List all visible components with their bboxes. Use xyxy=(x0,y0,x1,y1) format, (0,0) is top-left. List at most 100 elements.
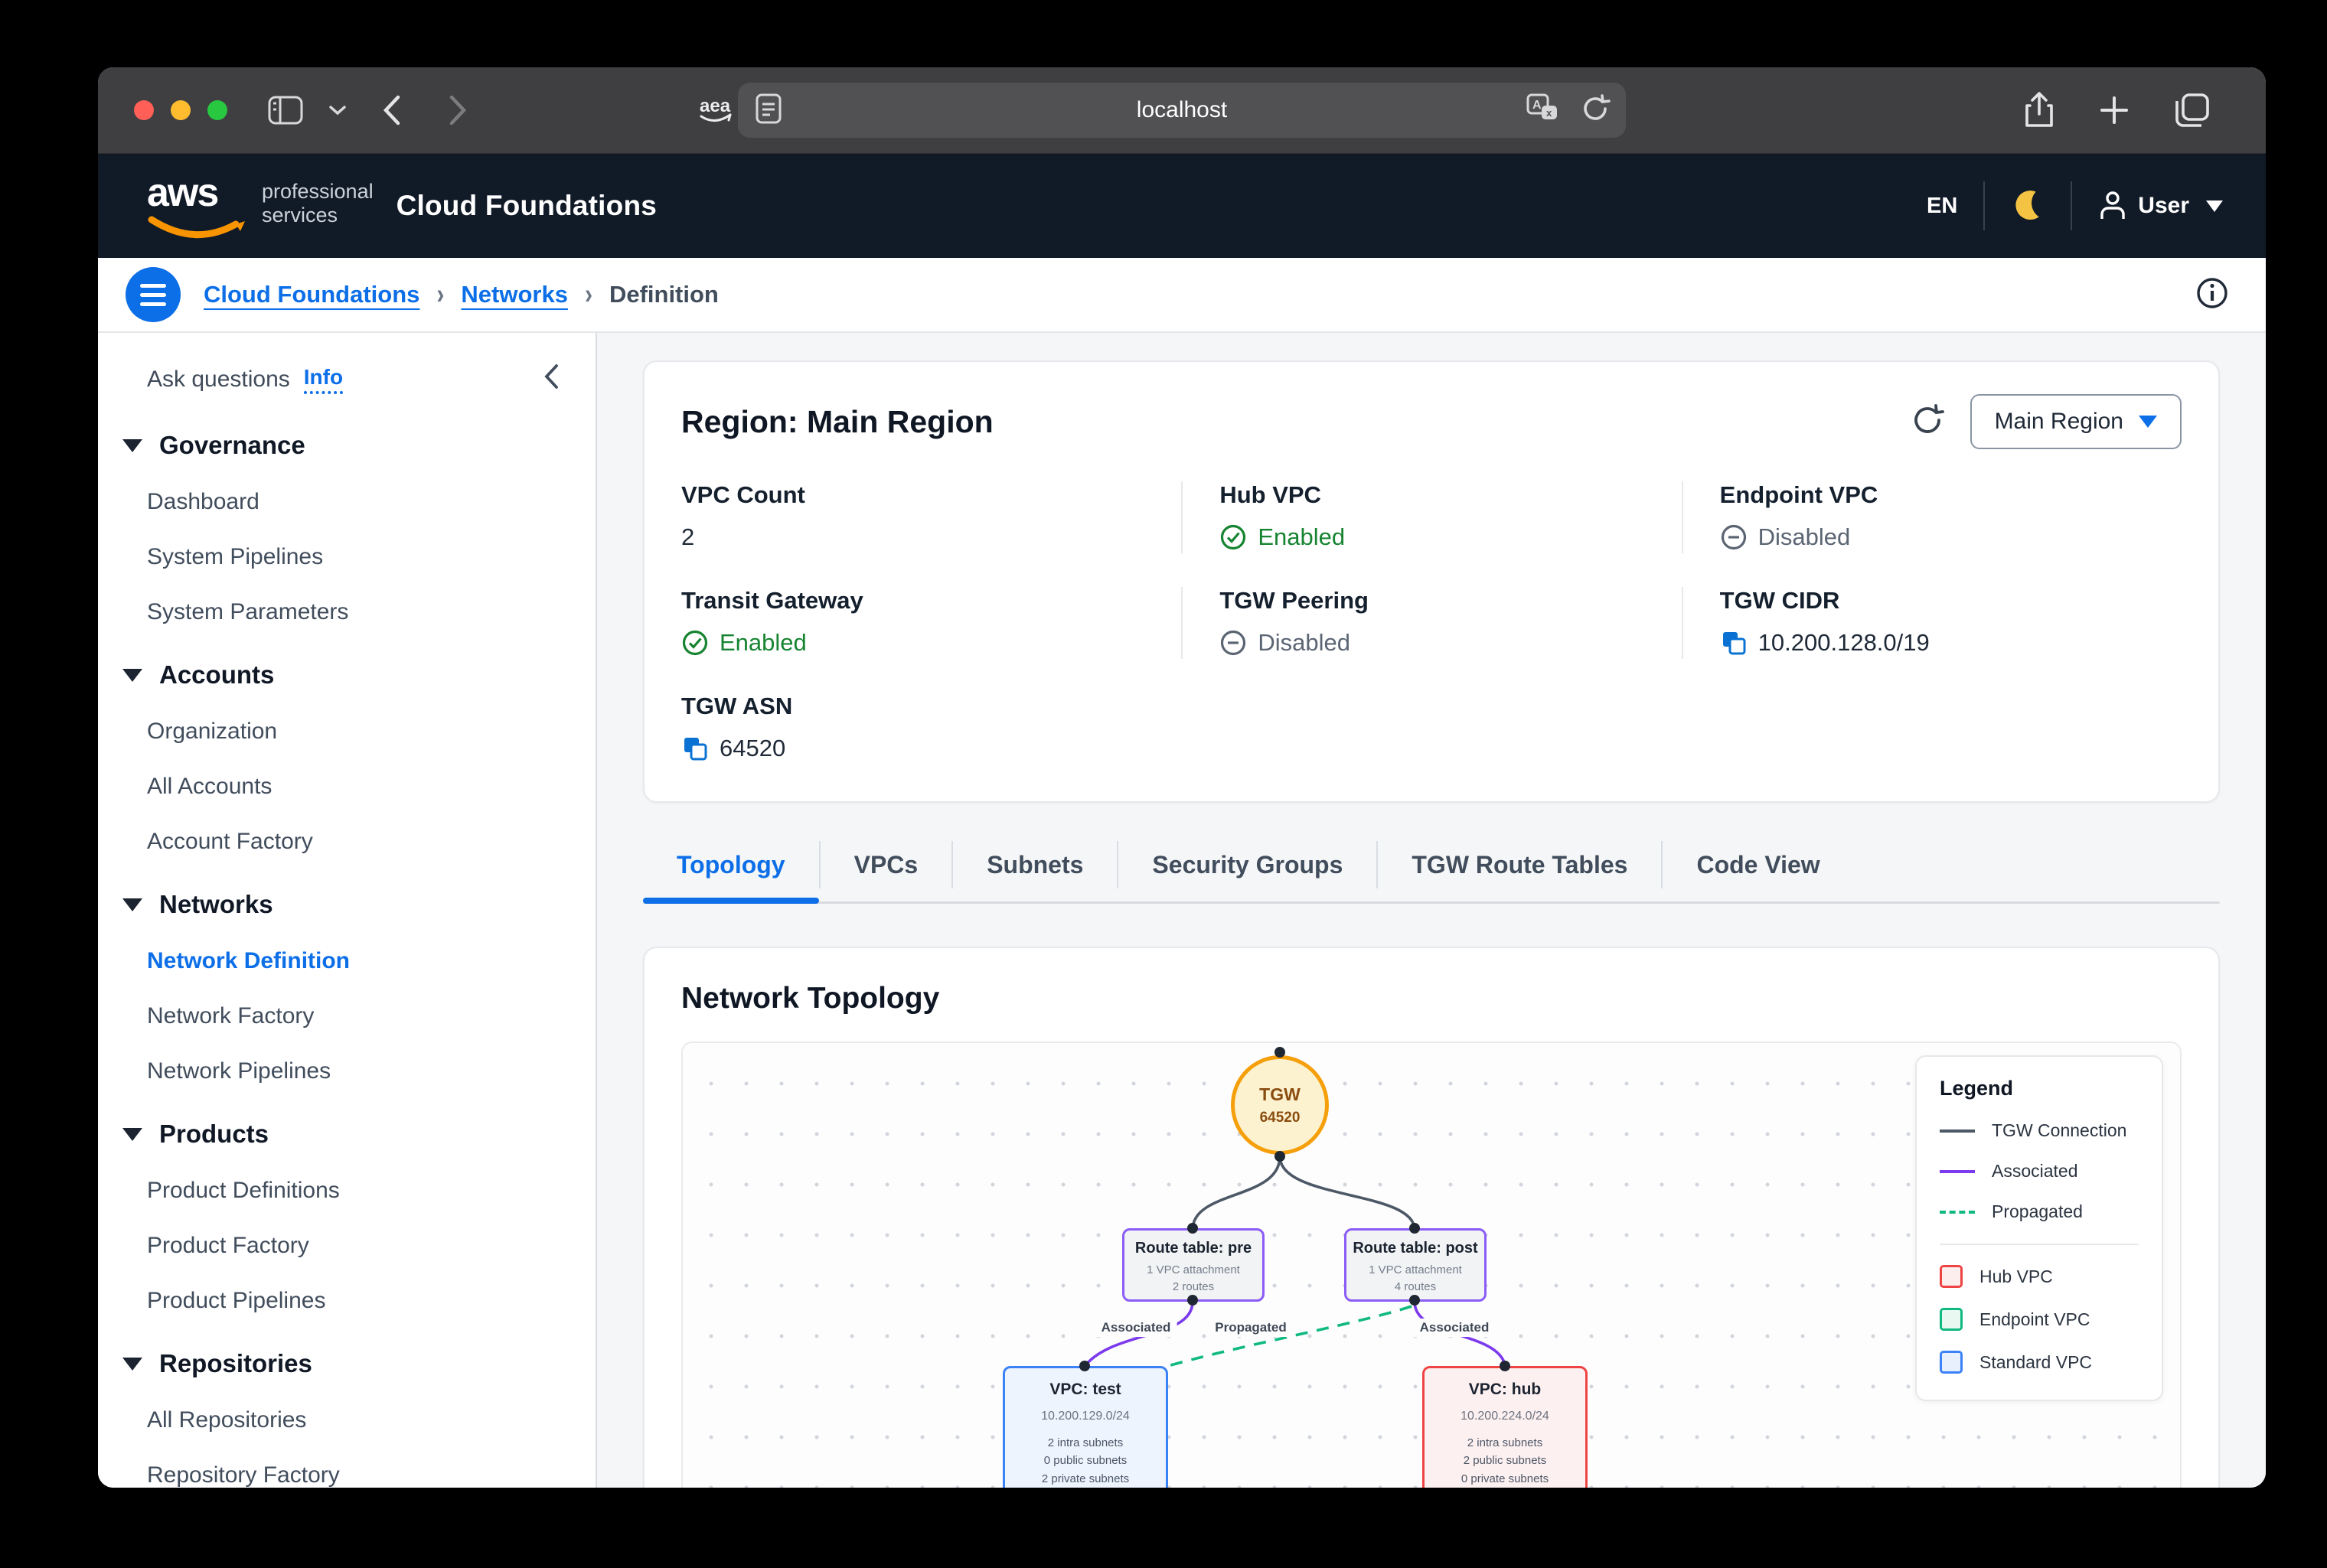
aws-smile-icon xyxy=(147,215,248,241)
sidebar-item-product-definitions[interactable]: Product Definitions xyxy=(147,1178,596,1204)
refresh-icon[interactable] xyxy=(1911,403,1944,442)
disabled-minus-icon xyxy=(1219,629,1247,657)
language-selector[interactable]: EN xyxy=(1927,194,1957,219)
zoom-window-button[interactable] xyxy=(207,100,227,120)
dark-mode-moon-icon[interactable] xyxy=(2011,187,2045,225)
copy-icon[interactable] xyxy=(681,735,709,762)
translate-icon[interactable]: Ax xyxy=(1526,93,1560,128)
breadcrumb-separator-icon: › xyxy=(585,279,592,311)
app-header: aws professional services Cloud Foundati… xyxy=(98,154,2266,258)
region-selector-value: Main Region xyxy=(1995,409,2123,435)
sidebar-item-system-parameters[interactable]: System Parameters xyxy=(147,599,596,625)
sidebar-item-system-pipelines[interactable]: System Pipelines xyxy=(147,544,596,570)
copy-icon[interactable] xyxy=(1720,629,1748,657)
stat-hub-vpc: Hub VPC Enabled xyxy=(1181,481,1681,553)
address-bar[interactable]: localhost Ax xyxy=(738,83,1626,138)
sidebar-section-repositories: Repositories All Repositories Repository… xyxy=(147,1349,596,1488)
tab-security-groups[interactable]: Security Groups xyxy=(1118,841,1378,888)
breadcrumb-link-networks[interactable]: Networks xyxy=(461,281,568,308)
vpc-test-node[interactable]: VPC: test 10.200.129.0/24 2 intra subnet… xyxy=(1003,1366,1168,1488)
breadcrumb: Cloud Foundations › Networks › Definitio… xyxy=(204,281,719,308)
main-content: Region: Main Region Main Region VPC Coun xyxy=(597,333,2266,1488)
forward-button[interactable] xyxy=(449,95,467,126)
tab-topology[interactable]: Topology xyxy=(643,841,821,888)
close-window-button[interactable] xyxy=(134,100,154,120)
route-table-post-node[interactable]: Route table: post 1 VPC attachment4 rout… xyxy=(1344,1228,1487,1302)
sidebar-item-account-factory[interactable]: Account Factory xyxy=(147,829,596,855)
region-selector-dropdown[interactable]: Main Region xyxy=(1970,394,2182,449)
sidebar-item-all-repositories[interactable]: All Repositories xyxy=(147,1407,596,1433)
sidebar-item-repository-factory[interactable]: Repository Factory xyxy=(147,1462,596,1488)
route-post-top-connector-dot xyxy=(1409,1223,1420,1234)
tab-vpcs[interactable]: VPCs xyxy=(821,841,954,888)
route-table-pre-node[interactable]: Route table: pre 1 VPC attachment2 route… xyxy=(1122,1228,1265,1302)
header-divider xyxy=(1983,181,1985,230)
route-pre-bottom-connector-dot xyxy=(1187,1295,1198,1306)
region-stats-grid: VPC Count 2 Hub VPC Enabled Endpoint VPC xyxy=(681,481,2182,764)
edge-label-associated-right: Associated xyxy=(1414,1319,1496,1337)
ask-questions-label: Ask questions xyxy=(147,367,290,393)
edge-label-propagated: Propagated xyxy=(1209,1319,1293,1337)
url-text[interactable]: localhost xyxy=(738,97,1626,123)
legend-item-endpoint-vpc: Endpoint VPC xyxy=(1940,1308,2139,1331)
legend-title: Legend xyxy=(1940,1077,2139,1100)
tgw-connection-line-swatch xyxy=(1940,1130,1975,1133)
nav-menu-button[interactable] xyxy=(126,267,181,322)
page-info-icon[interactable] xyxy=(2195,276,2229,314)
topology-canvas[interactable]: TGW 64520 Route table: pre 1 VPC attachm… xyxy=(681,1042,2182,1488)
standard-vpc-swatch xyxy=(1940,1351,1963,1374)
new-tab-icon[interactable] xyxy=(2099,95,2130,126)
vpc-hub-node[interactable]: VPC: hub 10.200.224.0/24 2 intra subnets… xyxy=(1422,1366,1588,1488)
sidebar-item-organization[interactable]: Organization xyxy=(147,719,596,745)
tab-tgw-route-tables[interactable]: TGW Route Tables xyxy=(1378,841,1663,888)
tab-code-view[interactable]: Code View xyxy=(1663,841,1853,888)
sidebar-item-network-definition[interactable]: Network Definition xyxy=(147,948,596,974)
sidebar-item-product-factory[interactable]: Product Factory xyxy=(147,1233,596,1259)
stat-empty-cell xyxy=(1682,693,2182,764)
desktop: { "browser": { "url": "localhost" }, "he… xyxy=(0,0,2327,1568)
sidebar-section-products: Products Product Definitions Product Fac… xyxy=(147,1120,596,1314)
user-icon xyxy=(2098,190,2127,222)
sidebar-item-network-factory[interactable]: Network Factory xyxy=(147,1003,596,1029)
tgw-node[interactable]: TGW 64520 xyxy=(1231,1055,1329,1155)
tgw-bottom-connector-dot xyxy=(1274,1151,1285,1162)
vpc-hub-top-connector-dot xyxy=(1500,1361,1510,1371)
sidebar-item-dashboard[interactable]: Dashboard xyxy=(147,489,596,515)
legend-item-associated: Associated xyxy=(1940,1161,2139,1182)
sidebar-collapse-icon[interactable] xyxy=(543,363,559,396)
sidebar-toggle-icon[interactable] xyxy=(268,96,303,125)
app-title: Cloud Foundations xyxy=(397,190,657,222)
extension-aea-icon[interactable]: aea xyxy=(694,90,738,130)
browser-window: aea localhost Ax xyxy=(98,67,2266,1488)
user-menu[interactable]: User xyxy=(2098,190,2223,222)
stat-tgw-peering: TGW Peering Disabled xyxy=(1181,587,1681,659)
sidebar-menu-chevron-icon[interactable] xyxy=(329,105,346,116)
share-icon[interactable] xyxy=(2024,91,2054,129)
breadcrumb-link-cloud-foundations[interactable]: Cloud Foundations xyxy=(204,281,419,308)
stat-vpc-count: VPC Count 2 xyxy=(681,481,1181,553)
reload-icon[interactable] xyxy=(1580,93,1611,129)
sidebar-item-all-accounts[interactable]: All Accounts xyxy=(147,774,596,800)
sidebar-section-accounts: Accounts Organization All Accounts Accou… xyxy=(147,660,596,855)
user-label: User xyxy=(2138,193,2189,219)
back-button[interactable] xyxy=(383,95,401,126)
aws-logo-mark: aws xyxy=(147,171,248,241)
tab-subnets[interactable]: Subnets xyxy=(953,841,1118,888)
legend-divider xyxy=(1940,1244,2139,1245)
network-topology-card: Network Topology xyxy=(643,947,2220,1488)
sidebar-section-header-networks[interactable]: Networks xyxy=(122,890,596,919)
svg-text:x: x xyxy=(1546,107,1552,119)
legend-item-hub-vpc: Hub VPC xyxy=(1940,1265,2139,1288)
topology-legend: Legend TGW Connection Associated Propaga… xyxy=(1915,1055,2163,1401)
sidebar-section-header-repositories[interactable]: Repositories xyxy=(122,1349,596,1378)
minimize-window-button[interactable] xyxy=(171,100,191,120)
stat-empty-cell xyxy=(1181,693,1681,764)
ask-questions-info-link[interactable]: Info xyxy=(304,365,343,394)
tab-overview-icon[interactable] xyxy=(2174,92,2211,129)
route-post-bottom-connector-dot xyxy=(1409,1295,1420,1306)
sidebar-section-header-accounts[interactable]: Accounts xyxy=(122,660,596,689)
sidebar-item-product-pipelines[interactable]: Product Pipelines xyxy=(147,1288,596,1314)
sidebar-section-header-products[interactable]: Products xyxy=(122,1120,596,1149)
sidebar-section-header-governance[interactable]: Governance xyxy=(122,431,596,460)
sidebar-item-network-pipelines[interactable]: Network Pipelines xyxy=(147,1058,596,1084)
